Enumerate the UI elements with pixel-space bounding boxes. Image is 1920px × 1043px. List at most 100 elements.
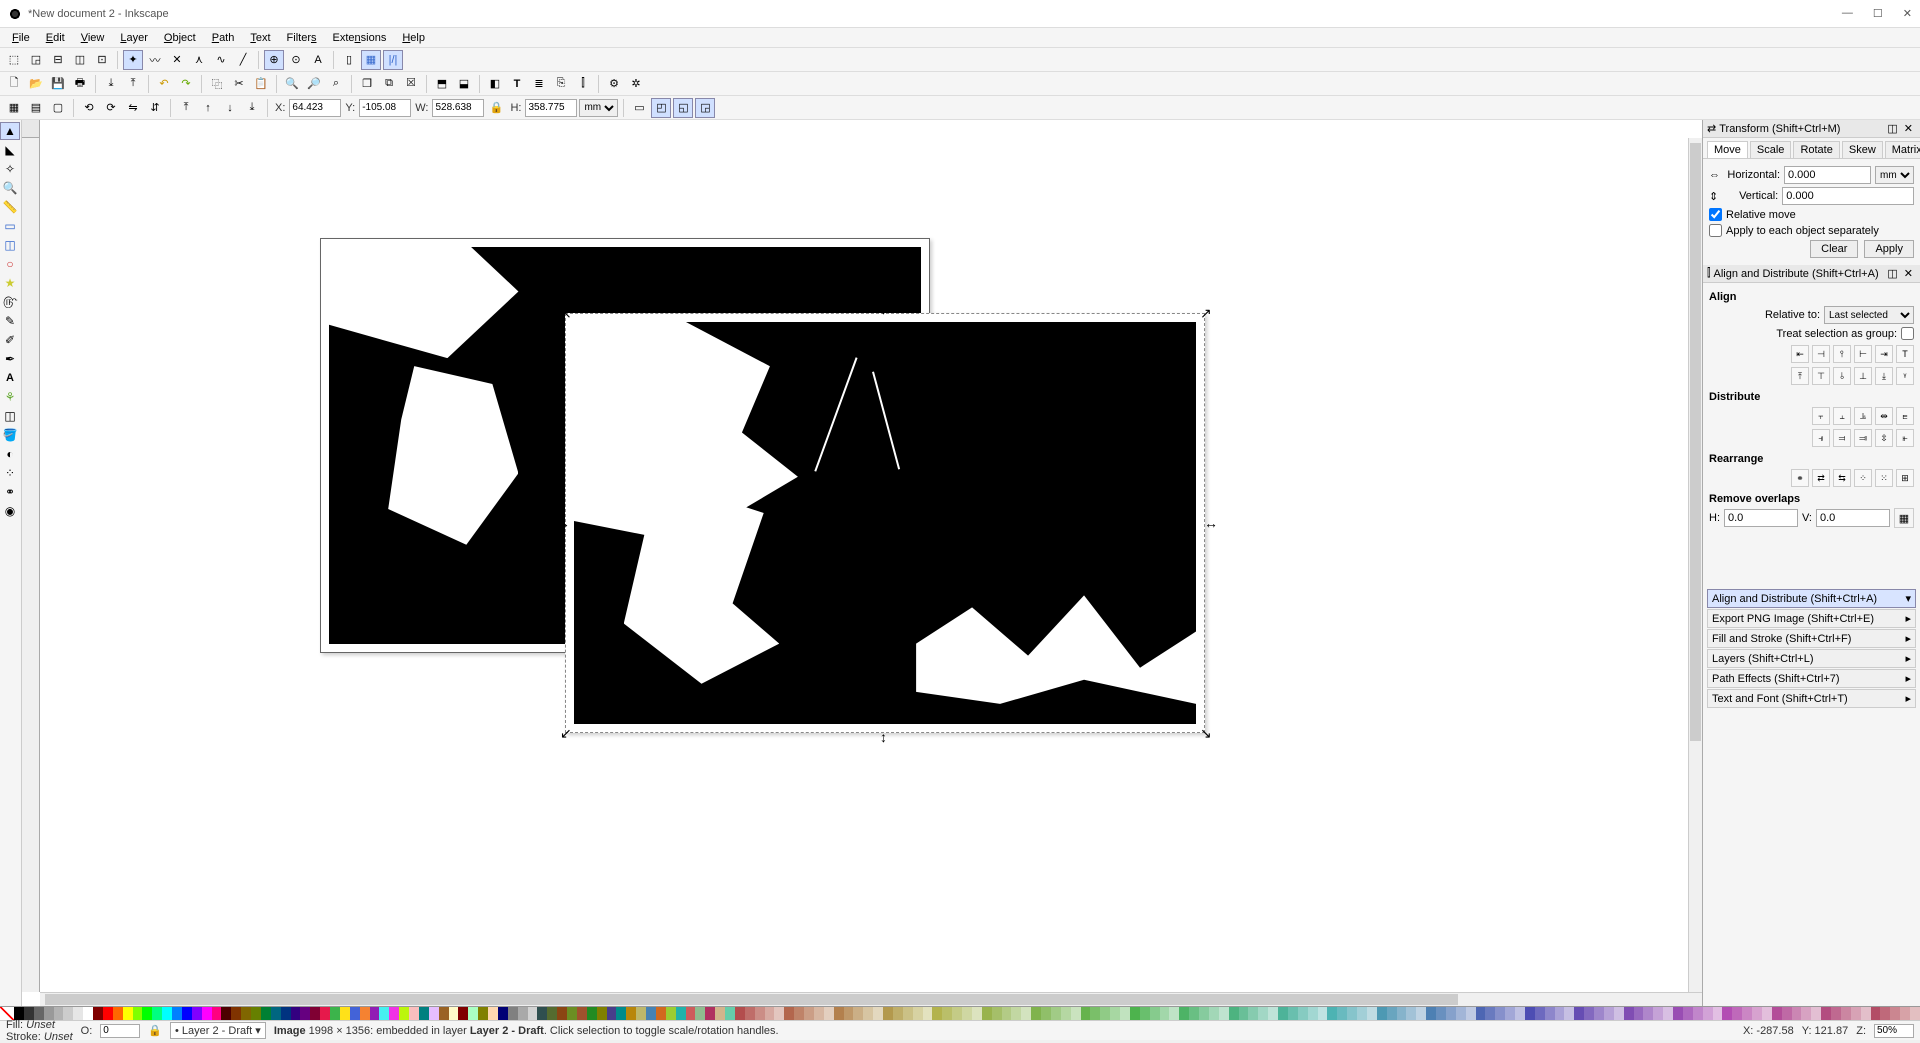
sel-handle-w[interactable]: ↔ [556,518,566,528]
color-swatch[interactable] [1278,1007,1288,1020]
docked-align[interactable]: Align and Distribute (Shift+Ctrl+A)▾ [1707,589,1916,608]
y-input[interactable] [359,99,411,117]
color-swatch[interactable] [1792,1007,1802,1020]
color-swatch[interactable] [1535,1007,1545,1020]
color-swatch[interactable] [1722,1007,1732,1020]
snap-guide-icon[interactable]: |/| [383,50,403,70]
fillstroke-icon[interactable]: ◧ [485,74,505,94]
color-swatch[interactable] [1130,1007,1140,1020]
raise-top-icon[interactable]: ⤒ [176,98,196,118]
align-hcenter-icon[interactable]: ⫯ [1833,345,1851,363]
color-swatch[interactable] [814,1007,824,1020]
color-swatch[interactable] [666,1007,676,1020]
align-right-icon[interactable]: ⊢ [1854,345,1872,363]
color-swatch[interactable] [873,1007,883,1020]
color-swatch[interactable] [1110,1007,1120,1020]
maximize-button[interactable]: ☐ [1873,7,1883,20]
pencil-tool-icon[interactable]: ✎ [0,312,20,330]
selector-tool-icon[interactable]: ▲ [0,122,20,140]
color-swatch[interactable] [1762,1007,1772,1020]
graph-icon[interactable]: ⚭ [1791,469,1809,487]
xml-icon[interactable]: ⎘ [551,74,571,94]
horizontal-scrollbar[interactable] [40,992,1702,1006]
redo-icon[interactable]: ↷ [176,74,196,94]
snap-intersect-icon[interactable]: ✕ [167,50,187,70]
color-swatch[interactable] [320,1007,330,1020]
color-swatch[interactable] [429,1007,439,1020]
color-swatch[interactable] [1505,1007,1515,1020]
dist-hcenter-icon[interactable]: ⫠ [1833,407,1851,425]
color-swatch[interactable] [1782,1007,1792,1020]
docked-textfont[interactable]: Text and Font (Shift+Ctrl+T)▸ [1707,689,1916,708]
rotate-cw-icon[interactable]: ⟳ [101,98,121,118]
snap-corner-icon[interactable]: ◲ [26,50,46,70]
vertical-input[interactable] [1782,187,1914,205]
color-swatch[interactable] [676,1007,686,1020]
fill-tool-icon[interactable]: 🪣 [0,426,20,444]
exchange-z-icon[interactable]: ⇆ [1833,469,1851,487]
raise-icon[interactable]: ↑ [198,98,218,118]
menu-help[interactable]: Help [394,30,433,46]
color-swatch[interactable] [1248,1007,1258,1020]
align-left-icon[interactable]: ⊣ [1812,345,1830,363]
color-swatch[interactable] [399,1007,409,1020]
color-swatch[interactable] [883,1007,893,1020]
dist-top-icon[interactable]: ⫣ [1812,429,1830,447]
eraser-tool-icon[interactable]: ◫ [0,407,20,425]
color-swatch[interactable] [1011,1007,1021,1020]
color-swatch[interactable] [982,1007,992,1020]
color-swatch[interactable] [103,1007,113,1020]
gradient-tool-icon[interactable]: ◐ [0,445,20,463]
overlap-v-input[interactable] [1816,509,1890,527]
color-swatch[interactable] [784,1007,794,1020]
clear-button[interactable]: Clear [1810,240,1858,258]
color-swatch[interactable] [1071,1007,1081,1020]
align-text2-icon[interactable]: ᵞ [1896,367,1914,385]
x-input[interactable] [289,99,341,117]
color-swatch[interactable] [1416,1007,1426,1020]
zoom-tool-icon[interactable]: 🔍 [0,179,20,197]
color-swatch[interactable] [1436,1007,1446,1020]
align-left-out-icon[interactable]: ⇤ [1791,345,1809,363]
unclump-icon[interactable]: ⁙ [1875,469,1893,487]
connector-tool-icon[interactable]: ⚭ [0,483,20,501]
color-swatch[interactable] [162,1007,172,1020]
layers-dialog-icon[interactable]: ≣ [529,74,549,94]
color-swatch[interactable] [834,1007,844,1020]
embedded-image-2[interactable] [574,322,1196,724]
sel-handle-sw[interactable]: ↙ [560,728,570,738]
star-tool-icon[interactable]: ★ [0,274,20,292]
color-swatch[interactable] [1318,1007,1328,1020]
unlink-icon[interactable]: ⮽ [401,74,421,94]
menu-layer[interactable]: Layer [112,30,156,46]
box3d-tool-icon[interactable]: ◫ [0,236,20,254]
color-swatch[interactable] [932,1007,942,1020]
minimize-button[interactable]: — [1842,7,1853,20]
canvas[interactable]: ↖ ↕ ↗ ↔ ↔ ↙ ↕ ↘ [40,138,1688,992]
color-swatch[interactable] [1347,1007,1357,1020]
color-swatch[interactable] [952,1007,962,1020]
color-swatch[interactable] [1604,1007,1614,1020]
docprops-icon[interactable]: ✲ [626,74,646,94]
color-swatch[interactable] [449,1007,459,1020]
color-swatch[interactable] [478,1007,488,1020]
color-swatch[interactable] [1337,1007,1347,1020]
align-top-icon[interactable]: ⊤ [1812,367,1830,385]
select-all-icon[interactable]: ▦ [4,98,24,118]
color-swatch[interactable] [1476,1007,1486,1020]
color-swatch[interactable] [1002,1007,1012,1020]
color-swatch[interactable] [192,1007,202,1020]
sel-handle-n[interactable]: ↕ [880,304,890,314]
opacity-input[interactable] [100,1024,140,1038]
sel-handle-nw[interactable]: ↖ [560,308,570,318]
flip-h-icon[interactable]: ⇋ [123,98,143,118]
color-swatch[interactable] [330,1007,340,1020]
tab-scale[interactable]: Scale [1750,141,1792,158]
snap-grid-icon[interactable]: ▦ [361,50,381,70]
color-swatch[interactable] [271,1007,281,1020]
color-swatch[interactable] [221,1007,231,1020]
clone-icon[interactable]: ⧉ [379,74,399,94]
layer-indicator[interactable]: • Layer 2 - Draft ▾ [170,1022,266,1039]
treat-group-checkbox[interactable] [1901,327,1914,340]
snap-edge-icon[interactable]: ⊟ [48,50,68,70]
